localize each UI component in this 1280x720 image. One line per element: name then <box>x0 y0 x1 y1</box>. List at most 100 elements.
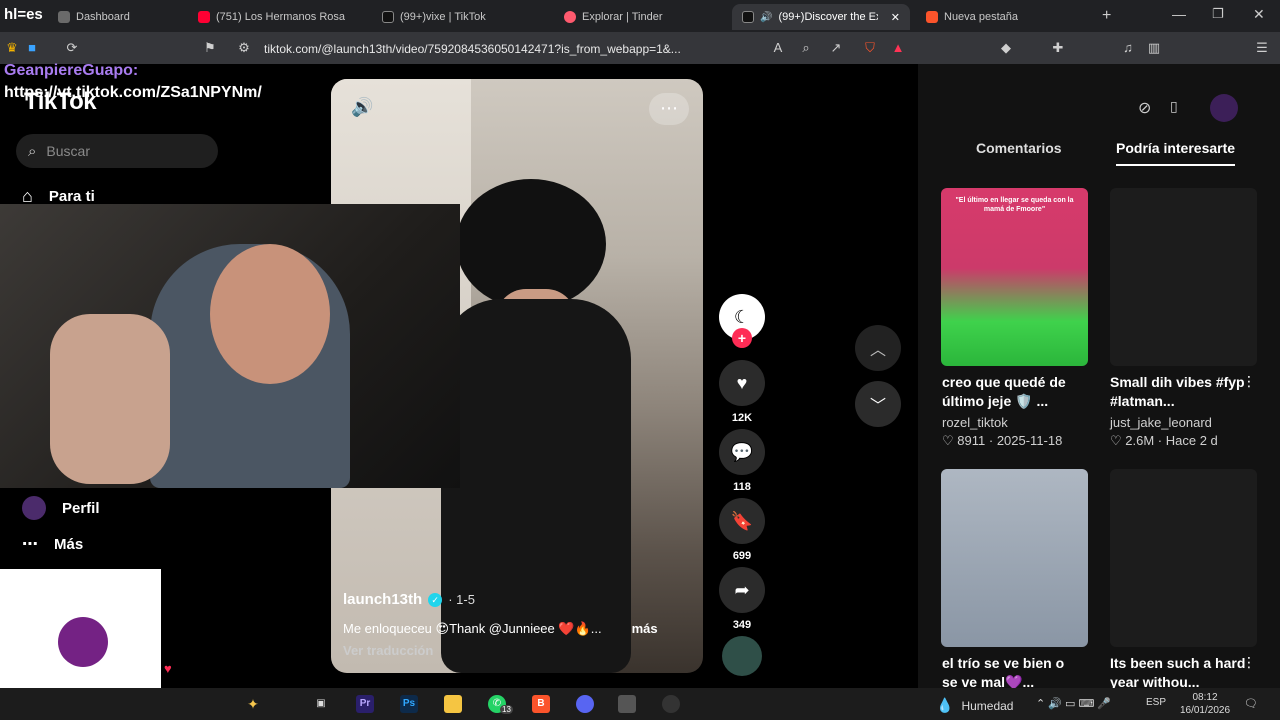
photoshop-icon[interactable]: Ps <box>400 695 418 713</box>
language-indicator[interactable]: ESP <box>1146 697 1166 708</box>
card-likes: 2.6M <box>1125 433 1155 448</box>
webcam-overlay <box>0 204 460 488</box>
caption-text: Me enloqueceu 😍Thank @Junnieee ❤️🔥... <box>343 621 602 636</box>
minimize-icon[interactable]: — <box>1172 6 1186 22</box>
comment-button[interactable]: 💬 118 <box>716 429 768 493</box>
reload-icon[interactable]: ⟳ <box>64 40 80 56</box>
new-tab-icon[interactable]: + <box>1102 7 1111 25</box>
tab-label: (99+)vixe | TikTok <box>400 11 486 23</box>
brave-icon[interactable]: B <box>532 695 550 713</box>
card-title[interactable]: Its been such a hard year withou... <box>1110 654 1250 692</box>
bookmark-icon[interactable]: ⚑ <box>202 40 218 56</box>
yape-logo-icon <box>58 617 108 667</box>
card-date: 2025-11-18 <box>996 433 1063 448</box>
share-icon[interactable]: ↗ <box>828 40 844 56</box>
task-view-icon[interactable]: ▣ <box>312 695 330 713</box>
close-tab-icon[interactable]: ✕ <box>891 11 900 24</box>
card-thumbnail[interactable] <box>1110 188 1257 366</box>
card-title[interactable]: Small dih vibes #fyp #latman... <box>1110 373 1250 411</box>
tab-new[interactable]: Nueva pestaña <box>916 4 1086 30</box>
like-button[interactable]: ♥ 12K <box>716 360 768 424</box>
heart-icon: ♡ <box>942 433 954 448</box>
extension-cube-icon[interactable]: ■ <box>24 40 40 56</box>
card-thumbnail[interactable]: "El último en llegar se queda con la mam… <box>941 188 1088 366</box>
site-settings-icon[interactable]: ⚙ <box>236 40 252 56</box>
notification-icon[interactable]: 🗨 <box>1244 697 1258 710</box>
crown-icon[interactable]: ♛ <box>4 40 20 56</box>
caption-more-link[interactable]: más <box>632 621 658 637</box>
heart-icon: ♥ <box>719 360 765 406</box>
video-author[interactable]: launch13th ✓ · 1-5 <box>343 591 475 608</box>
close-window-icon[interactable]: ✕ <box>1253 6 1265 23</box>
tray-icons[interactable]: ⌃ 🔊 ▭ ⌨ 🎤 <box>1036 697 1111 710</box>
premiere-icon[interactable]: Pr <box>356 695 374 713</box>
dashboard-tab-icon <box>58 11 70 23</box>
tab-tinder[interactable]: Explorar | Tinder <box>554 4 724 30</box>
heart-icon: ♡ <box>1110 433 1122 448</box>
clock[interactable]: 08:12 16/01/2026 <box>1176 691 1234 717</box>
weather-widget[interactable]: 💧 Humedad <box>936 697 1013 714</box>
translate-icon[interactable]: A <box>770 40 786 56</box>
sidebar-item-label: Para ti <box>48 188 95 205</box>
speaker-icon[interactable]: 🔊 <box>760 12 772 23</box>
device-icon[interactable]: ▯ <box>1170 98 1178 115</box>
zoom-icon[interactable]: ⌕ <box>798 40 814 56</box>
tab-comentarios[interactable]: Comentarios <box>976 140 1062 156</box>
obs-icon[interactable] <box>662 695 680 713</box>
next-video-button[interactable]: ﹀ <box>855 381 901 427</box>
thumb-caption: "El último en llegar se queda con la mam… <box>955 197 1074 213</box>
tab-youtube[interactable]: (751) Los Hermanos Rosa <box>188 4 358 30</box>
webcam-hand <box>50 314 170 484</box>
hl-overlay-text: hl=es <box>4 6 43 23</box>
creator-avatar[interactable]: ☾ + <box>716 294 768 348</box>
copilot-sparkle-icon[interactable]: ✦ <box>244 695 262 713</box>
media-icon[interactable]: ♫ <box>1120 40 1136 56</box>
more-vertical-icon[interactable]: ⋮ <box>1242 654 1256 671</box>
more-dots-icon: ⋯ <box>22 536 38 553</box>
sidebar-item-perfil[interactable]: Perfil <box>22 496 100 520</box>
sound-disc[interactable] <box>716 636 768 682</box>
compass-icon[interactable]: ⊘ <box>1138 98 1151 118</box>
see-translation-link[interactable]: Ver traducción <box>343 643 433 658</box>
wallet-icon[interactable]: ◆ <box>998 40 1014 56</box>
discord-icon[interactable] <box>576 695 594 713</box>
youtube-icon <box>198 11 210 23</box>
card-title[interactable]: creo que quedé de último jeje 🛡️ ... <box>942 373 1082 411</box>
extensions-icon[interactable]: ✚ <box>1050 40 1066 56</box>
video-subject-dress <box>441 299 631 673</box>
url-field[interactable]: tiktok.com/@launch13th/video/75920845360… <box>264 39 704 59</box>
tab-discover[interactable]: 🔊 (99+)Discover the Ex ✕ <box>732 4 910 30</box>
app-grid-icon[interactable] <box>618 695 636 713</box>
tab-tiktok-vixe[interactable]: (99+)vixe | TikTok <box>372 4 542 30</box>
previous-video-button[interactable]: ︿ <box>855 325 901 371</box>
more-options-icon[interactable]: ⋯ <box>649 93 689 125</box>
more-vertical-icon[interactable]: ⋮ <box>1242 373 1256 390</box>
whatsapp-badge: 13 <box>500 705 513 714</box>
card-thumbnail[interactable] <box>1110 469 1257 647</box>
verified-icon: ✓ <box>428 592 443 607</box>
video-caption: Me enloqueceu 😍Thank @Junnieee ❤️🔥... má… <box>343 621 693 637</box>
card-title[interactable]: el trío se ve bien o se ve mal💜... <box>942 654 1082 692</box>
save-button[interactable]: 🔖 699 <box>716 498 768 562</box>
tab-label: Nueva pestaña <box>944 11 1018 23</box>
brave-rewards-icon[interactable]: ▲ <box>890 40 906 56</box>
search-input[interactable]: ⌕ Buscar <box>16 134 218 168</box>
card-author[interactable]: just_jake_leonard <box>1110 415 1212 430</box>
chevron-down-icon: ﹀ <box>869 398 886 415</box>
tab-dashboard[interactable]: Dashboard <box>48 4 188 30</box>
follow-plus-icon[interactable]: + <box>732 328 752 348</box>
share-button[interactable]: ➦ 349 <box>716 567 768 631</box>
chevron-up-icon: ︿ <box>869 342 886 359</box>
brave-shield-icon[interactable]: ⛉ <box>862 40 878 56</box>
avatar[interactable] <box>1210 94 1238 122</box>
browser-tab-bar: hl=es Dashboard (751) Los Hermanos Rosa … <box>0 0 1280 32</box>
maximize-icon[interactable]: ❐ <box>1212 6 1224 22</box>
brave-icon <box>926 11 938 23</box>
menu-icon[interactable]: ☰ <box>1254 40 1270 56</box>
tab-podria-interesarte[interactable]: Podría interesarte <box>1116 140 1236 166</box>
card-author[interactable]: rozel_tiktok <box>942 415 1008 430</box>
card-thumbnail[interactable] <box>941 469 1088 647</box>
file-explorer-icon[interactable] <box>444 695 462 713</box>
sidebar-item-mas[interactable]: ⋯ Más <box>22 534 83 554</box>
sidebar-icon[interactable]: ▥ <box>1146 40 1162 56</box>
